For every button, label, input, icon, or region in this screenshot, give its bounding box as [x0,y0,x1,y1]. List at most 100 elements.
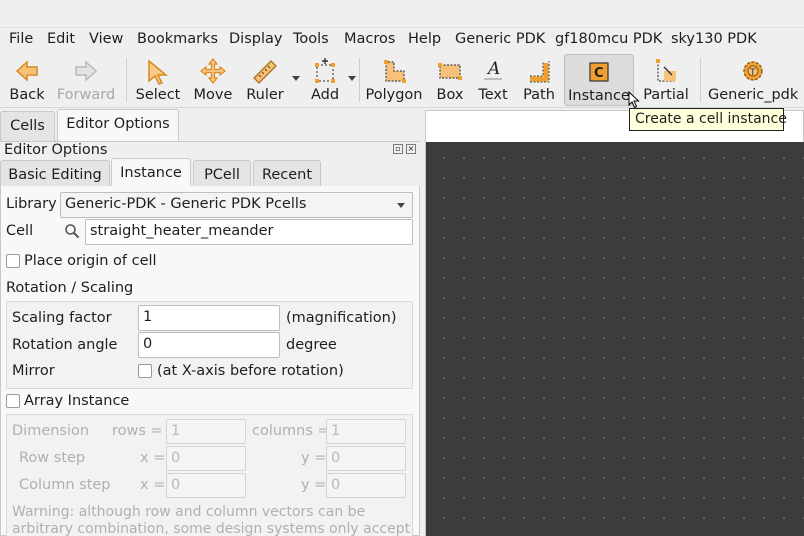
partial-edit-icon [656,59,676,82]
column-step-x-input[interactable]: 0 [166,473,246,498]
partial-button[interactable]: Partial [638,54,694,106]
search-icon[interactable] [64,223,80,239]
mirror-label: Mirror [12,363,55,379]
add-dropdown-arrow-icon[interactable] [348,76,356,81]
column-step-y-label: y = [301,477,327,493]
path-label: Path [523,87,555,103]
toolbar-separator [359,58,360,102]
menu-edit[interactable]: Edit [47,31,75,47]
rotation-angle-label: Rotation angle [12,337,118,353]
back-label: Back [9,87,45,103]
cell-name-input[interactable]: straight_heater_meander [85,219,413,245]
box-icon [438,63,462,80]
warning-text-line-2: arbitrary combination, some design syste… [12,521,411,536]
tab-cells[interactable]: Cells [0,111,55,141]
library-label: Library [6,196,57,212]
row-step-y-label: y = [301,450,327,466]
text-button[interactable]: A Text [474,54,512,106]
tab-editor-options[interactable]: Editor Options [57,109,179,141]
place-origin-checkbox[interactable] [6,254,20,268]
toolbar: Back Forward Select Move Ruler Add Polyg… [0,52,804,108]
column-step-label: Column step [19,477,111,493]
warning-text-line-1: Warning: although row and column vectors… [12,504,366,520]
columns-label: columns = [252,423,330,439]
text-a-icon: A [484,59,502,80]
add-shape-icon [315,58,335,83]
columns-input[interactable]: 1 [326,419,406,444]
window-title-bar [0,0,804,28]
arrow-right-icon [75,60,98,82]
menu-macros[interactable]: Macros [344,31,395,47]
menu-generic-pdk[interactable]: Generic PDK [455,31,545,47]
polygon-button[interactable]: Polygon [364,54,424,106]
column-step-y-input[interactable]: 0 [326,473,406,498]
polygon-icon [384,60,406,83]
move-label: Move [193,87,233,103]
menu-display[interactable]: Display [229,31,282,47]
ruler-button[interactable]: Ruler [242,54,288,106]
row-step-label: Row step [19,450,86,466]
arrow-left-icon [15,60,38,82]
ruler-label: Ruler [246,87,284,103]
array-instance-label: Array Instance [24,393,130,409]
mirror-option-label: (at X-axis before rotation) [157,363,344,379]
ruler-dropdown-arrow-icon[interactable] [292,76,300,81]
svg-text:T: T [749,68,756,78]
box-button[interactable]: Box [430,54,470,106]
cell-instance-icon: C [589,62,609,82]
generic-pdk-button[interactable]: T Generic_pdk [708,54,798,106]
add-button[interactable]: Add [302,54,348,106]
row-step-y-input[interactable]: 0 [326,446,406,471]
generic-pdk-label: Generic_pdk [708,87,799,103]
menu-bookmarks[interactable]: Bookmarks [137,31,218,47]
row-step-x-label: x = [140,450,166,466]
row-step-x-input[interactable]: 0 [166,446,246,471]
path-icon [530,61,550,83]
mouse-cursor-icon [628,91,640,109]
box-label: Box [436,87,464,103]
mirror-checkbox[interactable] [138,364,152,378]
array-instance-checkbox[interactable] [6,394,20,408]
library-select[interactable]: Generic-PDK - Generic PDK Pcells [60,192,413,218]
instance-label: Instance [568,88,630,104]
scaling-factor-input[interactable]: 1 [138,305,280,331]
partial-label: Partial [643,87,689,103]
menu-file[interactable]: File [9,31,33,47]
library-select-value: Generic-PDK - Generic PDK Pcells [65,196,307,212]
move-button[interactable]: Move [190,54,236,106]
menu-help[interactable]: Help [408,31,441,47]
place-origin-label: Place origin of cell [24,253,157,269]
instance-button[interactable]: C Instance [564,54,634,106]
gear-icon: T [743,61,763,81]
chevron-down-icon[interactable] [397,203,405,208]
menu-view[interactable]: View [89,31,123,47]
scaling-factor-label: Scaling factor [12,310,112,326]
svg-text:A: A [486,59,500,79]
menu-tools[interactable]: Tools [293,31,329,47]
move-arrows-icon [200,58,226,84]
svg-text:C: C [594,66,604,81]
path-button[interactable]: Path [518,54,560,106]
rows-label: rows = [112,423,163,439]
rotation-angle-input[interactable]: 0 [138,332,280,358]
cell-label: Cell [6,223,34,239]
pointer-arrow-icon [148,59,169,85]
dock-close-icon[interactable]: × [406,144,416,154]
select-button[interactable]: Select [134,54,182,106]
instance-tooltip: Create a cell instance [629,108,787,131]
add-label: Add [310,87,340,103]
toolbar-separator [126,58,127,102]
text-label: Text [478,87,508,103]
scaling-unit-label: (magnification) [286,310,397,326]
menu-bar: File Edit View Bookmarks Display Tools M… [0,28,804,52]
rows-input[interactable]: 1 [166,419,246,444]
polygon-label: Polygon [365,87,423,103]
forward-button[interactable]: Forward [54,54,118,106]
panel-title: Editor Options [4,142,108,158]
back-button[interactable]: Back [4,54,50,106]
column-step-x-label: x = [140,477,166,493]
menu-gf180mcu-pdk[interactable]: gf180mcu PDK [555,31,662,47]
dock-float-icon[interactable]: ▫ [393,144,403,154]
layout-canvas[interactable] [426,142,804,536]
menu-sky130-pdk[interactable]: sky130 PDK [671,31,757,47]
